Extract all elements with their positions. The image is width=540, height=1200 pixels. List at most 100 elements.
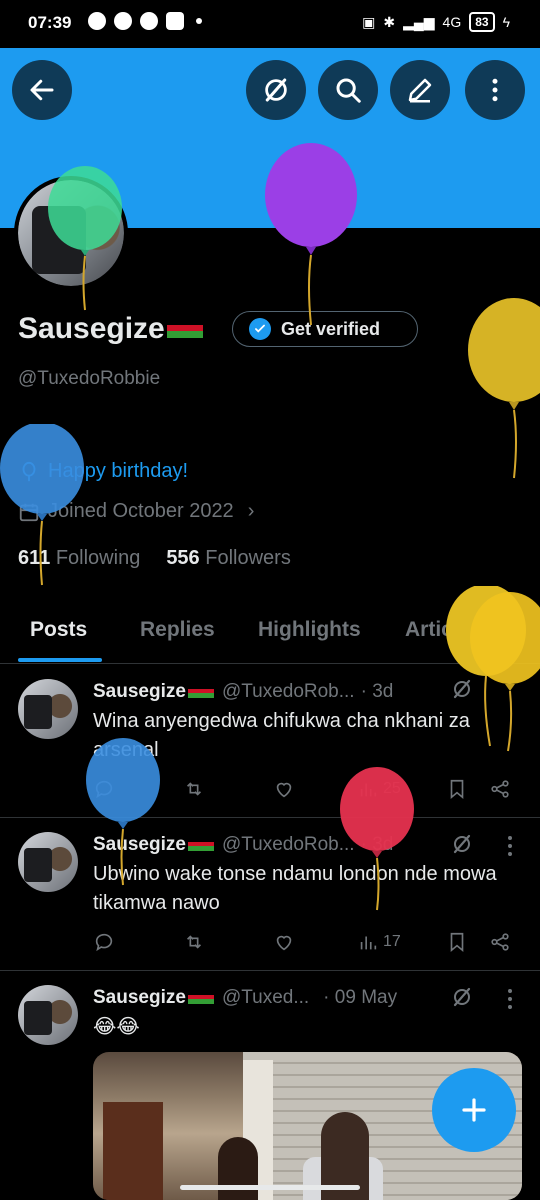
more-vertical-icon[interactable] [507,835,513,857]
joined-text: Joined October 2022 [48,500,234,522]
post-author-name: Sausegize [93,987,186,1008]
post-text: Ubwino wake tonse ndamu london nde mowa … [93,863,497,914]
plus-icon [462,1098,486,1122]
post-avatar[interactable] [18,679,78,739]
grok-icon[interactable] [450,677,474,701]
edit-button[interactable] [390,60,450,120]
tab-replies[interactable]: Replies [140,618,215,642]
compose-button[interactable] [432,1068,516,1152]
arrow-left-icon [30,79,54,101]
calendar-icon [19,503,39,521]
chevron-right-icon: › [247,500,255,522]
followers-link[interactable]: 556 Followers [166,547,291,570]
bookmark-icon [450,779,464,800]
birthday-balloon-yellow [468,298,540,479]
post-time: · 09 May [323,987,398,1008]
home-indicator [180,1185,360,1190]
post-time: · 3d [360,681,394,702]
post-header: Sausegize @TuxedoRob... · 3d [93,834,393,856]
profile-handle: @TuxedoRobbie [18,368,161,389]
post-text: Wina anyengedwa chifukwa cha nkhani za a… [93,710,470,761]
post-actions: 25 [93,778,523,808]
heart-icon [276,935,292,951]
following-link[interactable]: 611 Following [18,547,140,570]
balloon-icon [22,461,36,481]
get-verified-button[interactable]: Get verified [232,311,418,347]
post-author-name: Sausegize [93,834,186,855]
tab-posts[interactable]: Posts [30,618,87,642]
more-button[interactable] [465,60,525,120]
tab-highlights[interactable]: Highlights [258,618,361,642]
share-button[interactable] [489,931,511,953]
repost-button[interactable] [183,931,205,953]
avatar-image [18,180,124,286]
notification-icons [88,12,202,30]
notification-icon [88,12,106,30]
grok-icon[interactable] [450,985,474,1009]
post-actions: 17 [93,931,523,961]
bookmark-button[interactable] [446,778,468,800]
views-count: 17 [383,933,401,950]
like-button[interactable] [273,778,295,800]
post-text: 😂😂 [93,1016,140,1038]
profile-avatar[interactable] [14,176,128,290]
joined-row[interactable]: Joined October 2022 › [18,500,254,523]
reply-button[interactable] [93,931,115,953]
tab-articles[interactable]: Articles [405,618,482,642]
post-author-handle: @TuxedoRob... [221,681,355,702]
post-avatar[interactable] [18,985,78,1045]
reply-button[interactable] [93,778,115,800]
status-time: 07:39 [28,13,72,32]
like-button[interactable] [273,931,295,953]
search-button[interactable] [318,60,378,120]
views-button[interactable]: 17 [357,931,401,953]
following-count: 611 [18,547,51,569]
back-button[interactable] [12,60,72,120]
post-author-name: Sausegize [93,681,186,702]
malawi-flag-icon [187,837,214,851]
more-notifications-icon [196,18,202,24]
post-header: Sausegize @TuxedoRob... · 3d [93,681,393,703]
grok-icon[interactable] [450,832,474,856]
post-header: Sausegize @Tuxed... · 09 May [93,987,397,1009]
status-bar: 07:39 ▣ ✱ ▂▄▆ 4G 83 ϟ [0,0,540,48]
share-icon [491,933,509,951]
whatsapp-icon [114,12,132,30]
post-avatar[interactable] [18,832,78,892]
follow-stats: 611 Following 556 Followers [18,547,291,570]
repost-icon [186,782,202,796]
profile-tabs: Posts Replies Highlights Articles [0,600,540,664]
birthday-text: Happy birthday! [48,460,189,482]
bluetooth-icon: ✱ [383,13,396,30]
share-button[interactable] [489,778,511,800]
share-icon [491,780,509,798]
repost-button[interactable] [183,778,205,800]
more-vertical-icon[interactable] [507,988,513,1010]
get-verified-label: Get verified [281,318,381,339]
post-time: · 3d [360,834,394,855]
display-name: Sausegize [18,312,203,346]
grok-button[interactable] [246,60,306,120]
snapchat-icon [140,12,158,30]
followers-count: 556 [166,547,200,569]
more-vertical-icon [492,78,498,102]
reply-icon [95,780,113,799]
post-author-handle: @Tuxed... [221,987,310,1008]
bookmark-button[interactable] [446,931,468,953]
system-icons: ▣ ✱ ▂▄▆ 4G 83 ϟ [362,12,510,32]
views-icon [360,936,377,950]
charging-icon: ϟ [502,14,510,30]
malawi-flag-icon [187,990,214,1004]
post-item[interactable]: Sausegize @TuxedoRob... · 3d Ubwino wake… [0,818,540,971]
display-name-text: Sausegize [18,312,165,345]
active-tab-indicator [18,658,102,662]
pencil-icon [408,78,432,103]
repost-icon [186,935,202,949]
malawi-flag-icon [166,318,203,339]
malawi-flag-icon [187,684,214,698]
search-icon [336,78,361,103]
views-button[interactable]: 25 [357,778,401,800]
post-item[interactable]: Sausegize @TuxedoRob... · 3d Wina anyeng… [0,665,540,818]
views-icon [360,783,377,797]
grok-icon [265,78,287,102]
